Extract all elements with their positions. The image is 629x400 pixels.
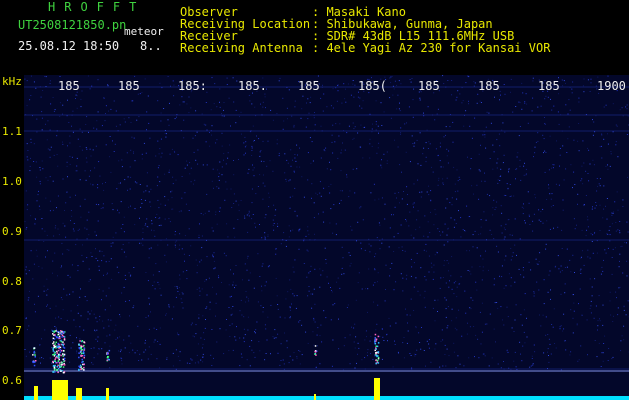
baseline-band bbox=[24, 396, 629, 400]
x-tick-10: 1900 bbox=[597, 79, 626, 93]
app-title: HROFFT bbox=[48, 0, 146, 14]
antenna-label: Receiving Antenna bbox=[180, 41, 303, 55]
x-tick-3: 185: bbox=[178, 79, 207, 93]
y-tick-1-0: 1.0 bbox=[2, 175, 22, 188]
file-name: UT2508121850.pn bbox=[18, 18, 127, 32]
x-tick-1: 185 bbox=[58, 79, 80, 93]
antenna-value: : 4ele Yagi Az 230 for Kansai VOR bbox=[312, 41, 551, 55]
y-tick-0-8: 0.8 bbox=[2, 275, 22, 288]
meteor-label: meteor bbox=[124, 25, 164, 38]
meteor-echo-6 bbox=[314, 345, 318, 356]
x-tick-9: 185 bbox=[538, 79, 560, 93]
y-tick-0-6: 0.6 bbox=[2, 374, 22, 387]
signal-peak-1 bbox=[34, 386, 38, 400]
signal-peak-3 bbox=[76, 388, 82, 400]
noise-speckles bbox=[24, 75, 629, 371]
meteor-echo-2 bbox=[78, 340, 86, 371]
signal-peak-5 bbox=[374, 378, 380, 400]
timestamp: 25.08.12 18:50 bbox=[18, 39, 120, 53]
spectrogram-panel bbox=[24, 75, 629, 400]
signal-peak-2 bbox=[52, 380, 68, 400]
x-tick-6: 185( bbox=[358, 79, 387, 93]
meteor-echo-4 bbox=[374, 333, 380, 365]
signal-peak-4 bbox=[106, 388, 109, 400]
x-tick-7: 185 bbox=[418, 79, 440, 93]
meteor-echo-5 bbox=[106, 349, 111, 362]
y-tick-1-1: 1.1 bbox=[2, 125, 22, 138]
x-tick-5: 185 bbox=[298, 79, 320, 93]
signal-peak-6 bbox=[314, 394, 316, 400]
meteor-echo-1 bbox=[52, 330, 66, 374]
y-axis-unit: kHz bbox=[2, 75, 22, 88]
meteor-count: 8.. bbox=[140, 39, 162, 53]
spectrogram-canvas bbox=[24, 75, 629, 400]
x-tick-8: 185 bbox=[478, 79, 500, 93]
y-tick-0-9: 0.9 bbox=[2, 225, 22, 238]
y-tick-0-7: 0.7 bbox=[2, 324, 22, 337]
meteor-echo-3 bbox=[32, 347, 37, 367]
x-tick-2: 185 bbox=[118, 79, 140, 93]
x-tick-4: 185. bbox=[238, 79, 267, 93]
